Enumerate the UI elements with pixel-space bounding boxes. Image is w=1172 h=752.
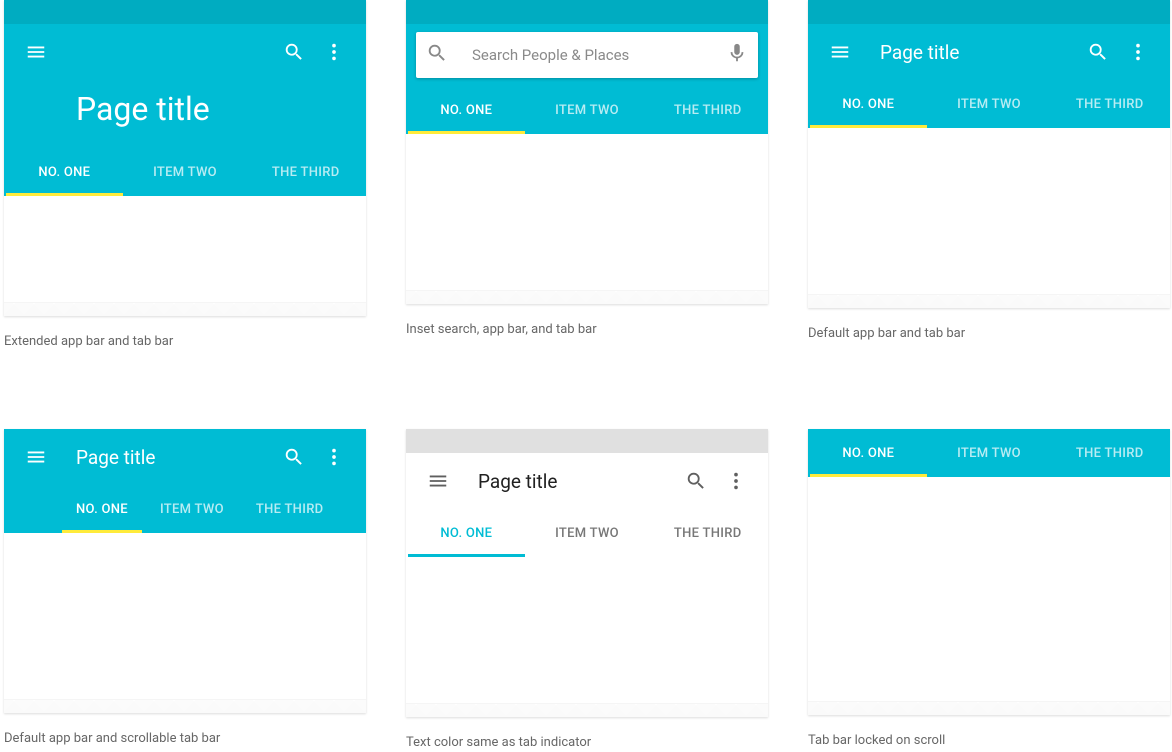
tab-two[interactable]: ITEM TWO (527, 86, 648, 134)
caption: Extended app bar and tab bar (4, 334, 366, 349)
tab-one[interactable]: NO. ONE (406, 86, 527, 134)
status-bar (406, 429, 768, 453)
page-title: Page title (56, 446, 274, 469)
content-area (808, 477, 1170, 715)
content-area (406, 557, 768, 717)
tab-two[interactable]: ITEM TWO (929, 80, 1050, 128)
more-icon[interactable] (314, 437, 354, 477)
caption: Inset search, app bar, and tab bar (406, 322, 768, 337)
content-area (406, 134, 768, 304)
tab-one[interactable]: NO. ONE (406, 509, 527, 557)
tab-bar-scrollable[interactable]: NO. ONE ITEM TWO THE THIRD (4, 485, 366, 533)
tab-bar: NO. ONE ITEM TWO THE THIRD (808, 80, 1170, 128)
tab-two[interactable]: ITEM TWO (125, 148, 246, 196)
search-placeholder: Search People & Places (448, 46, 726, 64)
caption: Default app bar and scrollable tab bar (4, 731, 366, 746)
app-bar: Page title (406, 453, 768, 509)
tab-three[interactable]: THE THIRD (1049, 80, 1170, 128)
search-icon (426, 42, 448, 68)
menu-icon[interactable] (16, 437, 56, 477)
tab-three[interactable]: THE THIRD (245, 148, 366, 196)
content-area (4, 533, 366, 713)
tab-bar: NO. ONE ITEM TWO THE THIRD (808, 429, 1170, 477)
tab-two[interactable]: ITEM TWO (144, 485, 240, 533)
tab-one[interactable]: NO. ONE (808, 80, 929, 128)
more-icon[interactable] (716, 461, 756, 501)
page-title: Page title (4, 80, 366, 148)
app-bar: Page title (4, 429, 366, 485)
menu-icon[interactable] (418, 461, 458, 501)
example-scrollable: Page title NO. ONE ITEM TWO THE THIRD De… (4, 429, 366, 750)
example-locked: NO. ONE ITEM TWO THE THIRD Tab bar locke… (808, 429, 1170, 750)
tab-two[interactable]: ITEM TWO (527, 509, 648, 557)
search-icon[interactable] (274, 437, 314, 477)
tab-two[interactable]: ITEM TWO (929, 429, 1050, 477)
content-area (808, 128, 1170, 308)
search-icon[interactable] (274, 32, 314, 72)
caption: Tab bar locked on scroll (808, 733, 1170, 748)
status-bar (406, 0, 768, 24)
status-bar (808, 0, 1170, 24)
more-icon[interactable] (314, 32, 354, 72)
content-area (4, 196, 366, 316)
app-bar (4, 24, 366, 80)
tab-one[interactable]: NO. ONE (808, 429, 929, 477)
example-textcolor: Page title NO. ONE ITEM TWO THE THIRD Te… (406, 429, 768, 750)
tab-three[interactable]: THE THIRD (1049, 429, 1170, 477)
example-extended: Page title NO. ONE ITEM TWO THE THIRD Ex… (4, 0, 366, 349)
example-default: Page title NO. ONE ITEM TWO THE THIRD De… (808, 0, 1170, 349)
tab-three[interactable]: THE THIRD (240, 485, 340, 533)
tab-one[interactable]: NO. ONE (60, 485, 144, 533)
tab-three[interactable]: THE THIRD (647, 509, 768, 557)
page-title: Page title (860, 41, 1078, 64)
search-input[interactable]: Search People & Places (416, 32, 758, 78)
menu-icon[interactable] (16, 32, 56, 72)
menu-icon[interactable] (820, 32, 860, 72)
mic-icon[interactable] (726, 42, 748, 68)
tab-bar: NO. ONE ITEM TWO THE THIRD (406, 509, 768, 557)
caption: Default app bar and tab bar (808, 326, 1170, 341)
tab-bar: NO. ONE ITEM TWO THE THIRD (4, 148, 366, 196)
page-title: Page title (458, 470, 676, 493)
status-bar (4, 0, 366, 24)
tab-one[interactable]: NO. ONE (4, 148, 125, 196)
search-icon[interactable] (676, 461, 716, 501)
tab-bar: NO. ONE ITEM TWO THE THIRD (406, 86, 768, 134)
more-icon[interactable] (1118, 32, 1158, 72)
example-inset-search: Search People & Places NO. ONE ITEM TWO … (406, 0, 768, 349)
tab-three[interactable]: THE THIRD (647, 86, 768, 134)
app-bar: Page title (808, 24, 1170, 80)
search-icon[interactable] (1078, 32, 1118, 72)
caption: Text color same as tab indicator (406, 735, 768, 750)
